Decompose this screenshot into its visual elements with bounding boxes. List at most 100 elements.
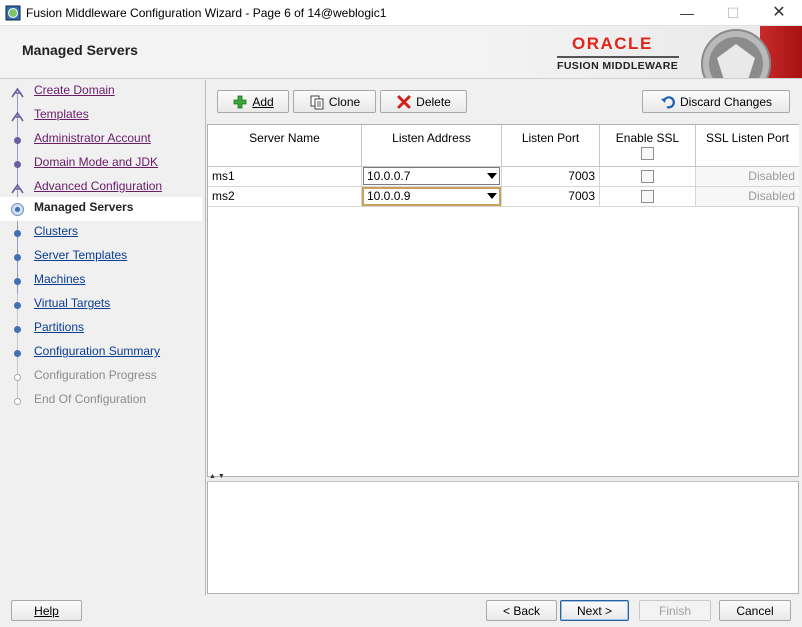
listen-address-value: 10.0.0.9	[367, 189, 411, 203]
step-label: Managed Servers	[34, 200, 134, 214]
dot-icon	[14, 374, 21, 381]
next-button[interactable]: Next >	[560, 600, 629, 621]
step-label: Machines	[34, 272, 86, 286]
clone-button[interactable]: Clone	[293, 90, 376, 113]
page-title: Managed Servers	[22, 42, 138, 58]
add-button[interactable]: Add	[217, 90, 289, 113]
cancel-button[interactable]: Cancel	[719, 600, 791, 621]
plus-icon	[233, 95, 247, 108]
step-clusters[interactable]: Clusters	[0, 221, 202, 245]
table-row-ms1-name[interactable]: ms1	[208, 167, 362, 187]
dot-icon	[14, 326, 21, 333]
col-header-ssl-listen-port[interactable]: SSL Listen Port	[696, 125, 799, 167]
undo-icon	[660, 95, 675, 108]
table-row-ms1-ssl-cell	[600, 167, 696, 187]
help-button[interactable]: Help	[11, 600, 82, 621]
enable-ssl-checkbox[interactable]	[641, 170, 654, 183]
step-domain-mode-jdk[interactable]: Domain Mode and JDK	[0, 152, 202, 176]
dot-icon	[14, 230, 21, 237]
step-label: Server Templates	[34, 248, 128, 262]
chevron-down-icon[interactable]	[487, 193, 497, 199]
col-header-enable-ssl-label: Enable SSL	[615, 131, 680, 145]
col-header-listen-port[interactable]: Listen Port	[502, 125, 600, 167]
discard-label: Discard Changes	[679, 94, 773, 109]
maximize-button[interactable]: ☐	[710, 0, 756, 26]
step-label: Configuration Summary	[34, 344, 161, 358]
minimize-button[interactable]: —	[664, 0, 710, 26]
window-title: Fusion Middleware Configuration Wizard -…	[26, 6, 387, 20]
step-create-domain[interactable]: Create Domain	[0, 80, 202, 104]
step-administrator-account[interactable]: Administrator Account	[0, 128, 202, 152]
add-label: Add	[252, 94, 274, 109]
dot-icon	[14, 398, 21, 405]
current-step-icon	[11, 203, 24, 216]
delete-button[interactable]: Delete	[380, 90, 467, 113]
dot-icon	[14, 137, 21, 144]
dot-icon	[14, 254, 21, 261]
user-step-icon	[11, 87, 24, 98]
enable-ssl-all-checkbox[interactable]	[641, 147, 654, 160]
table-row-ms1-port[interactable]: 7003	[502, 167, 600, 187]
finish-button: Finish	[639, 600, 711, 621]
dot-icon	[14, 161, 21, 168]
col-header-server-name[interactable]: Server Name	[208, 125, 362, 167]
dot-icon	[14, 302, 21, 309]
step-server-templates[interactable]: Server Templates	[0, 245, 202, 269]
step-label: End Of Configuration	[34, 392, 147, 406]
table-row-ms2-ssl-cell	[600, 187, 696, 207]
help-label: Help	[34, 603, 59, 618]
splitter-arrows-icon[interactable]: ▲ ▼	[209, 473, 225, 480]
table-row-ms2-name[interactable]: ms2	[208, 187, 362, 207]
user-step-icon	[11, 111, 24, 122]
wizard-footer: Help < Back Next > Finish Cancel	[0, 595, 802, 627]
back-button[interactable]: < Back	[486, 600, 557, 621]
step-templates[interactable]: Templates	[0, 104, 202, 128]
delete-label: Delete	[416, 94, 451, 109]
oracle-logo: ORACLE	[572, 34, 653, 53]
next-label: Next >	[576, 603, 612, 618]
discard-changes-button[interactable]: Discard Changes	[642, 90, 790, 113]
title-bar: Fusion Middleware Configuration Wizard -…	[0, 0, 802, 26]
dot-icon	[14, 350, 21, 357]
logo-divider	[557, 56, 679, 58]
dot-icon	[14, 278, 21, 285]
table-row-ms2-ssl-port: Disabled	[696, 187, 799, 207]
servers-table: Server Name Listen Address Listen Port E…	[207, 124, 799, 477]
finish-label: Finish	[658, 603, 691, 618]
wizard-steps: Create Domain Templates Administrator Ac…	[0, 80, 205, 595]
cancel-label: Cancel	[736, 603, 774, 618]
table-row-ms2-address-cell: 10.0.0.9	[362, 187, 502, 207]
step-managed-servers[interactable]: Managed Servers	[0, 197, 202, 221]
listen-address-select[interactable]: 10.0.0.9	[362, 187, 501, 206]
step-label: Templates	[34, 107, 89, 121]
step-machines[interactable]: Machines	[0, 269, 202, 293]
enable-ssl-checkbox[interactable]	[641, 190, 654, 203]
table-row-ms1-ssl-port: Disabled	[696, 167, 799, 187]
step-label: Domain Mode and JDK	[34, 155, 159, 169]
managed-servers-panel: Add Clone Delete Discard Changes Server …	[205, 80, 799, 595]
step-label: Advanced Configuration	[34, 179, 163, 193]
step-configuration-progress: Configuration Progress	[0, 365, 202, 389]
table-row-ms1-address-cell: 10.0.0.7	[362, 167, 502, 187]
table-row-ms2-port[interactable]: 7003	[502, 187, 600, 207]
col-header-enable-ssl[interactable]: Enable SSL	[600, 125, 696, 167]
copy-icon	[310, 95, 324, 109]
listen-address-select[interactable]: 10.0.0.7	[363, 167, 500, 185]
step-label: Administrator Account	[34, 131, 151, 145]
close-button[interactable]: ✕	[756, 0, 802, 26]
step-partitions[interactable]: Partitions	[0, 317, 202, 341]
step-configuration-summary[interactable]: Configuration Summary	[0, 341, 202, 365]
delete-x-icon	[397, 95, 411, 108]
step-virtual-targets[interactable]: Virtual Targets	[0, 293, 202, 317]
wizard-header: Managed Servers ORACLE FUSION MIDDLEWARE	[0, 26, 802, 79]
chevron-down-icon[interactable]	[487, 173, 497, 179]
step-label: Partitions	[34, 320, 85, 334]
user-step-icon	[11, 183, 24, 194]
step-label: Clusters	[34, 224, 79, 238]
step-label: Configuration Progress	[34, 368, 157, 382]
app-icon	[5, 5, 21, 21]
listen-address-value: 10.0.0.7	[367, 169, 411, 183]
details-pane	[207, 482, 799, 594]
col-header-listen-address[interactable]: Listen Address	[362, 125, 502, 167]
back-label: < Back	[502, 603, 541, 618]
